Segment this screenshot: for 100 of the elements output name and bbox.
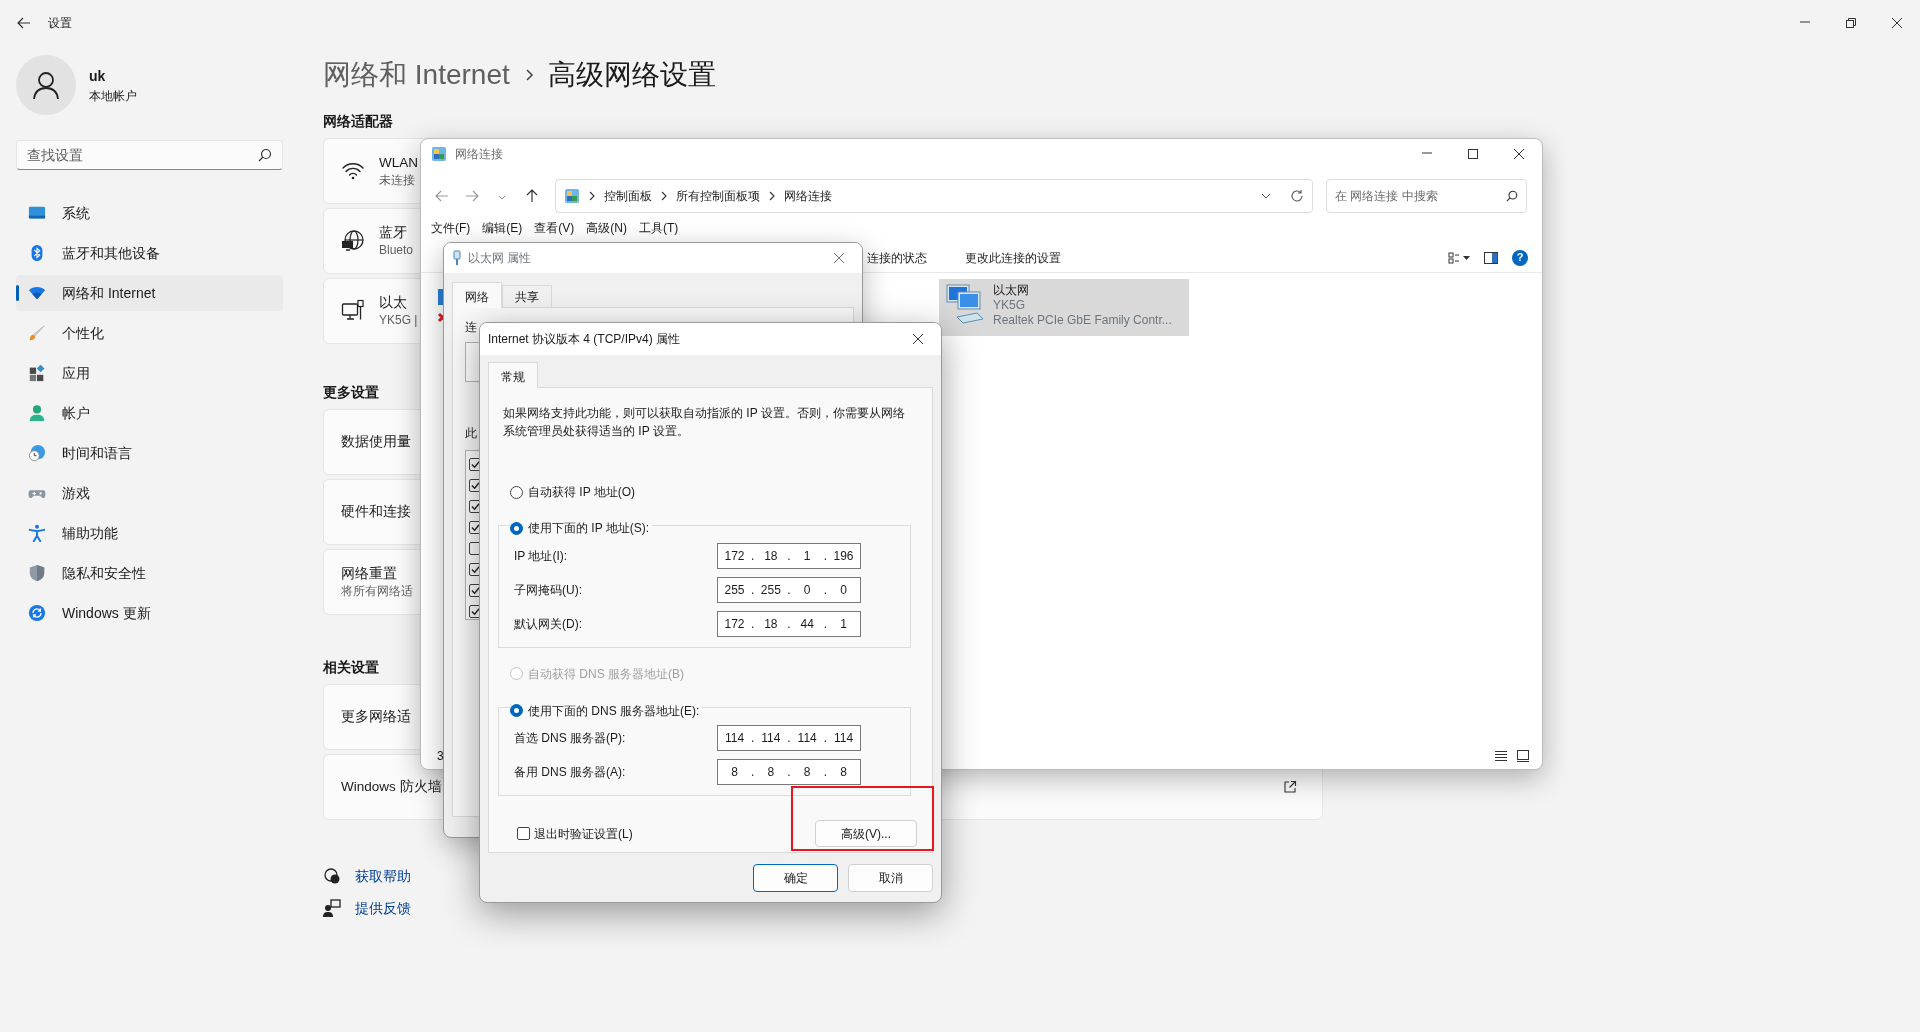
ethernet-plug-icon [452,250,462,266]
ip-address-field[interactable]: 172 . 18 . 1 . 196 [717,542,861,569]
dialog-title: 以太网 属性 [468,250,532,267]
checkbox-label: 退出时验证设置(L) [534,825,633,843]
chevron-icon [588,191,596,201]
control-panel-icon [564,188,580,204]
card-subtitle: Blueto [379,242,414,258]
tiles-view-icon[interactable] [1516,750,1530,762]
section-title: 更多设置 [323,383,379,402]
toolbar-button[interactable]: 更改此连接的设置 [965,248,1061,267]
checkbox[interactable] [517,827,530,840]
field-label: 子网掩码(U): [514,581,583,599]
help-link[interactable]: 获取帮助 [355,865,411,887]
breadcrumb-link[interactable]: 网络和 Internet [323,54,510,96]
details-view-icon[interactable] [1494,750,1508,762]
brush-icon [28,324,46,342]
menu-item[interactable]: 查看(V) [528,219,581,237]
card-title: 硬件和连接 [341,503,411,521]
check-icon [471,460,480,469]
monitor-plug-icon [341,299,365,323]
close-icon[interactable] [1513,148,1525,160]
preview-pane-icon[interactable] [1484,251,1498,264]
adapter-item[interactable]: 以太网 YK5G Realtek PCIe GbE Family Contr... [939,279,1189,336]
nav-item[interactable]: 辅助功能 [16,515,283,551]
check-icon [471,523,480,532]
tab[interactable]: 常规 [488,362,538,388]
field-label: 默认网关(D): [514,615,583,633]
advanced-button[interactable]: 高级(V)... [815,820,917,847]
check-icon [471,565,480,574]
radio-button: 自动获得 DNS 服务器地址(B) [510,664,687,683]
ip-address-field[interactable]: 114 . 114 . 114 . 114 [717,725,861,751]
tab[interactable]: 网络 [452,282,502,308]
accessibility-icon [28,524,46,542]
back-icon[interactable] [16,15,32,31]
nav-item[interactable]: 游戏 [16,475,283,511]
card-subtitle: YK5G | [379,312,418,328]
close-icon[interactable] [1891,17,1903,29]
breadcrumb-link[interactable]: 控制面板 [604,187,652,205]
search-field[interactable]: 查找设置 [16,140,283,170]
help-button[interactable]: ? [1512,249,1528,266]
radio-button[interactable]: 使用下面的 IP 地址(S): [510,519,653,537]
check-icon [471,481,480,490]
address-bar[interactable]: 控制面板 所有控制面板项 网络连接 [555,179,1313,213]
menu-item[interactable]: 编辑(E) [476,219,529,237]
ip-address-field[interactable]: 172 . 18 . 44 . 1 [717,610,861,637]
globe-monitor-icon [341,229,365,253]
nav-item[interactable]: 蓝牙和其他设备 [16,235,283,271]
restore-icon[interactable] [1845,17,1857,29]
card-title: 以太 [379,294,408,312]
card-title: WLAN [379,154,418,172]
field-label: 此 [465,425,477,442]
nav-item[interactable]: 网络和 Internet [16,275,283,311]
search-field[interactable]: 在 网络连接 中搜索 [1326,179,1527,213]
up-icon[interactable] [524,188,540,204]
refresh-icon[interactable] [1290,189,1304,203]
cancel-button[interactable]: 取消 [848,864,933,892]
maximize-icon[interactable] [1467,148,1479,160]
shield-icon [28,564,46,582]
nav-item[interactable]: Windows 更新 [16,595,283,631]
window-title: 网络连接 [455,146,503,163]
page-title: 高级网络设置 [547,58,716,92]
menu-item[interactable]: 文件(F) [425,219,477,237]
description-text: 如果网络支持此功能，则可以获取自动指派的 IP 设置。否则，你需要从网络系统管理员处获得适当的 IP 设置。 [503,405,906,440]
close-icon[interactable] [912,333,924,345]
nav-item[interactable]: 应用 [16,355,283,391]
wifi-icon [28,284,46,302]
radio-button[interactable]: 使用下面的 DNS 服务器地址(E): [510,701,703,720]
section-title: 网络适配器 [323,112,393,131]
ok-button[interactable]: 确定 [753,864,838,892]
adapter-network: YK5G [993,298,1026,313]
nav-item[interactable]: 时间和语言 [16,435,283,471]
ip-address-field[interactable]: 255 . 255 . 0 . 0 [717,576,861,603]
breadcrumb-link[interactable]: 所有控制面板项 [676,187,760,205]
menu-item[interactable]: 高级(N) [580,219,633,237]
help-link[interactable]: 提供反馈 [355,897,411,919]
search-icon [1506,190,1518,202]
ip-address-field[interactable]: 8 . 8 . 8 . 8 [717,759,861,785]
nav-item[interactable]: 个性化 [16,315,283,351]
globe-clock-icon [28,444,46,462]
breadcrumb-link[interactable]: 网络连接 [784,187,832,205]
card-subtitle: 将所有网络适 [341,583,413,599]
help-chat-icon [323,867,341,885]
person-icon [28,404,46,422]
tab[interactable]: 共享 [502,285,552,307]
field-label: 连 [465,319,477,336]
nav-item[interactable]: 隐私和安全性 [16,555,283,591]
feedback-icon [323,899,341,917]
nav-item[interactable]: 帐户 [16,395,283,431]
forward-icon[interactable] [464,188,480,204]
field-label: 首选 DNS 服务器(P): [514,730,627,747]
field-label: 备用 DNS 服务器(A): [514,764,627,781]
view-options-icon[interactable] [1448,251,1470,264]
search-input[interactable]: 查找设置 [27,141,258,169]
toolbar-button[interactable]: 连接的状态 [867,248,927,267]
nav-item[interactable]: 系统 [16,195,283,231]
card-title: 更多网络适 [341,708,411,726]
card-title: 网络重置 [341,565,398,583]
menu-item[interactable]: 工具(T) [633,219,685,237]
card-subtitle: 未连接 [379,172,416,188]
account-type: 本地帐户 [89,87,137,105]
